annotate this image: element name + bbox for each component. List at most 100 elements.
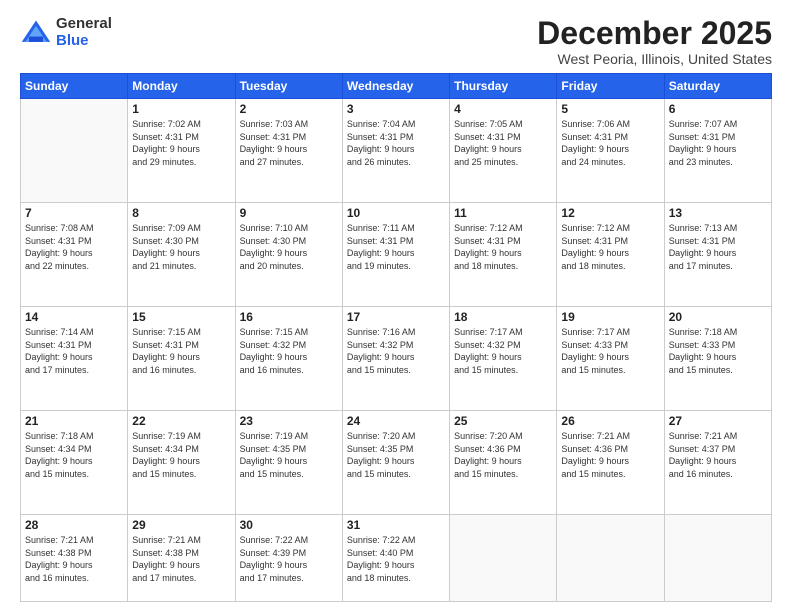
logo-text: General Blue (56, 16, 112, 49)
calendar-cell: 24 Sunrise: 7:20 AM Sunset: 4:35 PM Dayli… (342, 411, 449, 515)
header: General Blue December 2025 West Peoria, … (20, 16, 772, 67)
day-number: 4 (454, 102, 552, 116)
calendar-cell: 1Sunrise: 7:02 AM Sunset: 4:31 PM Daylig… (128, 99, 235, 203)
day-info: Sunrise: 7:20 AM Sunset: 4:35 PM Dayligh… (347, 430, 445, 480)
day-number: 9 (240, 206, 338, 220)
calendar-week-4: 28 Sunrise: 7:21 AM Sunset: 4:38 PM Dayli… (21, 515, 772, 602)
day-info: Sunrise: 7:20 AM Sunset: 4:36 PM Dayligh… (454, 430, 552, 480)
col-monday: Monday (128, 74, 235, 99)
title-block: December 2025 West Peoria, Illinois, Uni… (537, 16, 772, 67)
day-number: 27 (669, 414, 767, 428)
day-number: 5 (561, 102, 659, 116)
calendar-cell: 30 Sunrise: 7:22 AM Sunset: 4:39 PM Dayli… (235, 515, 342, 602)
calendar-cell: 26 Sunrise: 7:21 AM Sunset: 4:36 PM Dayli… (557, 411, 664, 515)
day-info: Sunrise: 7:12 AM Sunset: 4:31 PM Dayligh… (454, 222, 552, 272)
day-number: 20 (669, 310, 767, 324)
col-sunday: Sunday (21, 74, 128, 99)
calendar-cell: 19 Sunrise: 7:17 AM Sunset: 4:33 PM Dayli… (557, 307, 664, 411)
calendar-cell: 17Sunrise: 7:16 AM Sunset: 4:32 PM Dayli… (342, 307, 449, 411)
day-number: 19 (561, 310, 659, 324)
calendar-cell: 13 Sunrise: 7:13 AM Sunset: 4:31 PM Dayli… (664, 203, 771, 307)
day-number: 13 (669, 206, 767, 220)
calendar-cell: 31Sunrise: 7:22 AM Sunset: 4:40 PM Dayli… (342, 515, 449, 602)
calendar-cell: 12 Sunrise: 7:12 AM Sunset: 4:31 PM Dayli… (557, 203, 664, 307)
day-info: Sunrise: 7:18 AM Sunset: 4:34 PM Dayligh… (25, 430, 123, 480)
day-info: Sunrise: 7:15 AM Sunset: 4:32 PM Dayligh… (240, 326, 338, 376)
calendar-cell: 25Sunrise: 7:20 AM Sunset: 4:36 PM Dayli… (450, 411, 557, 515)
calendar-cell: 3 Sunrise: 7:04 AM Sunset: 4:31 PM Daylig… (342, 99, 449, 203)
calendar-cell: 29 Sunrise: 7:21 AM Sunset: 4:38 PM Dayli… (128, 515, 235, 602)
calendar-header-row: Sunday Monday Tuesday Wednesday Thursday… (21, 74, 772, 99)
day-number: 7 (25, 206, 123, 220)
calendar-week-1: 7 Sunrise: 7:08 AM Sunset: 4:31 PM Daylig… (21, 203, 772, 307)
calendar-cell (557, 515, 664, 602)
day-number: 18 (454, 310, 552, 324)
calendar-cell: 27 Sunrise: 7:21 AM Sunset: 4:37 PM Dayli… (664, 411, 771, 515)
logo: General Blue (20, 16, 112, 49)
calendar-body: 1Sunrise: 7:02 AM Sunset: 4:31 PM Daylig… (21, 99, 772, 602)
calendar-week-0: 1Sunrise: 7:02 AM Sunset: 4:31 PM Daylig… (21, 99, 772, 203)
col-saturday: Saturday (664, 74, 771, 99)
calendar-cell: 15Sunrise: 7:15 AM Sunset: 4:31 PM Dayli… (128, 307, 235, 411)
day-number: 23 (240, 414, 338, 428)
day-info: Sunrise: 7:21 AM Sunset: 4:37 PM Dayligh… (669, 430, 767, 480)
day-number: 14 (25, 310, 123, 324)
day-number: 3 (347, 102, 445, 116)
calendar-cell: 11Sunrise: 7:12 AM Sunset: 4:31 PM Dayli… (450, 203, 557, 307)
calendar-cell: 20 Sunrise: 7:18 AM Sunset: 4:33 PM Dayli… (664, 307, 771, 411)
day-number: 22 (132, 414, 230, 428)
calendar-cell: 28 Sunrise: 7:21 AM Sunset: 4:38 PM Dayli… (21, 515, 128, 602)
logo-icon (20, 17, 52, 49)
calendar-cell: 23 Sunrise: 7:19 AM Sunset: 4:35 PM Dayli… (235, 411, 342, 515)
day-info: Sunrise: 7:05 AM Sunset: 4:31 PM Dayligh… (454, 118, 552, 168)
page: General Blue December 2025 West Peoria, … (0, 0, 792, 612)
col-friday: Friday (557, 74, 664, 99)
day-info: Sunrise: 7:19 AM Sunset: 4:35 PM Dayligh… (240, 430, 338, 480)
day-info: Sunrise: 7:18 AM Sunset: 4:33 PM Dayligh… (669, 326, 767, 376)
calendar-week-3: 21 Sunrise: 7:18 AM Sunset: 4:34 PM Dayli… (21, 411, 772, 515)
day-number: 31 (347, 518, 445, 532)
calendar-cell: 21 Sunrise: 7:18 AM Sunset: 4:34 PM Dayli… (21, 411, 128, 515)
day-number: 16 (240, 310, 338, 324)
calendar-cell (450, 515, 557, 602)
day-number: 12 (561, 206, 659, 220)
month-title: December 2025 (537, 16, 772, 51)
day-number: 21 (25, 414, 123, 428)
calendar-cell (21, 99, 128, 203)
day-info: Sunrise: 7:21 AM Sunset: 4:36 PM Dayligh… (561, 430, 659, 480)
day-info: Sunrise: 7:02 AM Sunset: 4:31 PM Dayligh… (132, 118, 230, 168)
day-info: Sunrise: 7:15 AM Sunset: 4:31 PM Dayligh… (132, 326, 230, 376)
day-info: Sunrise: 7:22 AM Sunset: 4:39 PM Dayligh… (240, 534, 338, 584)
col-wednesday: Wednesday (342, 74, 449, 99)
day-number: 28 (25, 518, 123, 532)
day-info: Sunrise: 7:07 AM Sunset: 4:31 PM Dayligh… (669, 118, 767, 168)
day-number: 17 (347, 310, 445, 324)
day-info: Sunrise: 7:17 AM Sunset: 4:32 PM Dayligh… (454, 326, 552, 376)
day-number: 26 (561, 414, 659, 428)
calendar-cell: 5Sunrise: 7:06 AM Sunset: 4:31 PM Daylig… (557, 99, 664, 203)
day-info: Sunrise: 7:21 AM Sunset: 4:38 PM Dayligh… (132, 534, 230, 584)
calendar-cell: 18 Sunrise: 7:17 AM Sunset: 4:32 PM Dayli… (450, 307, 557, 411)
calendar-cell (664, 515, 771, 602)
calendar-cell: 14Sunrise: 7:14 AM Sunset: 4:31 PM Dayli… (21, 307, 128, 411)
calendar-cell: 9Sunrise: 7:10 AM Sunset: 4:30 PM Daylig… (235, 203, 342, 307)
day-info: Sunrise: 7:21 AM Sunset: 4:38 PM Dayligh… (25, 534, 123, 584)
day-info: Sunrise: 7:13 AM Sunset: 4:31 PM Dayligh… (669, 222, 767, 272)
day-info: Sunrise: 7:03 AM Sunset: 4:31 PM Dayligh… (240, 118, 338, 168)
day-info: Sunrise: 7:11 AM Sunset: 4:31 PM Dayligh… (347, 222, 445, 272)
day-number: 24 (347, 414, 445, 428)
logo-line1: General (56, 16, 112, 33)
day-number: 29 (132, 518, 230, 532)
day-info: Sunrise: 7:04 AM Sunset: 4:31 PM Dayligh… (347, 118, 445, 168)
day-number: 6 (669, 102, 767, 116)
calendar-table: Sunday Monday Tuesday Wednesday Thursday… (20, 73, 772, 602)
day-number: 30 (240, 518, 338, 532)
day-info: Sunrise: 7:08 AM Sunset: 4:31 PM Dayligh… (25, 222, 123, 272)
calendar-cell: 10 Sunrise: 7:11 AM Sunset: 4:31 PM Dayli… (342, 203, 449, 307)
day-info: Sunrise: 7:12 AM Sunset: 4:31 PM Dayligh… (561, 222, 659, 272)
calendar-cell: 7 Sunrise: 7:08 AM Sunset: 4:31 PM Daylig… (21, 203, 128, 307)
day-number: 10 (347, 206, 445, 220)
col-thursday: Thursday (450, 74, 557, 99)
calendar-cell: 16 Sunrise: 7:15 AM Sunset: 4:32 PM Dayli… (235, 307, 342, 411)
day-info: Sunrise: 7:17 AM Sunset: 4:33 PM Dayligh… (561, 326, 659, 376)
